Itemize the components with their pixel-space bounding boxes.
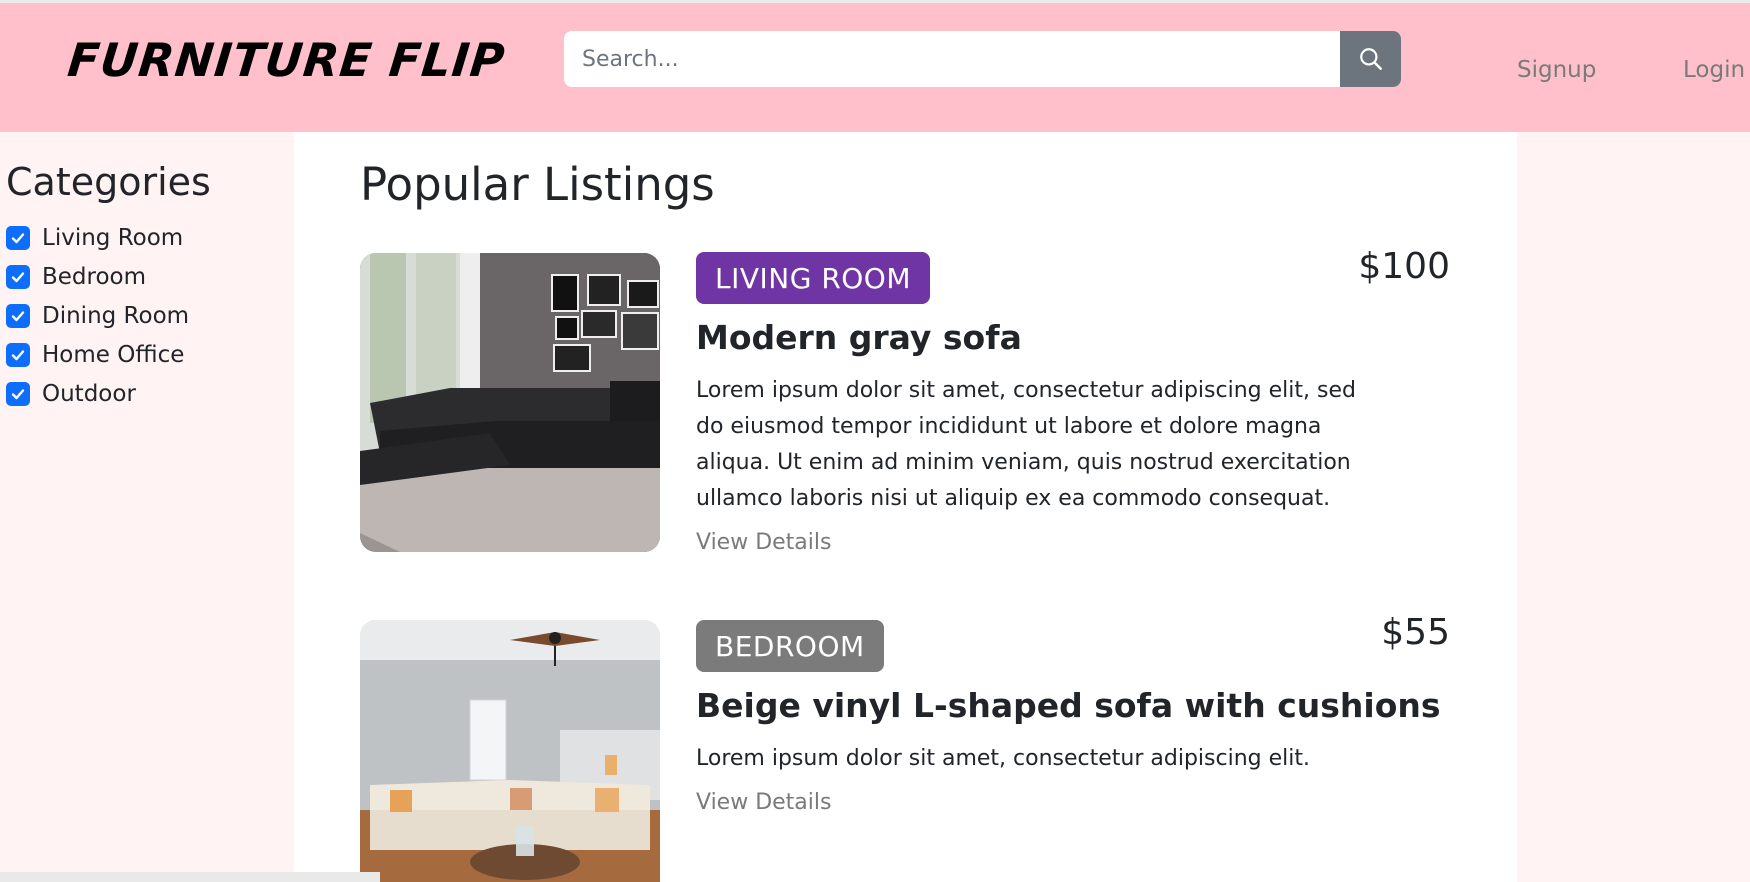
checkbox-bedroom[interactable] — [6, 265, 30, 289]
signup-link[interactable]: Signup — [1517, 57, 1596, 83]
category-label: Outdoor — [42, 381, 136, 407]
listing-price: $100 — [1358, 246, 1450, 287]
category-label: Dining Room — [42, 303, 190, 329]
navbar: FURNITURE FLIP Signup Login — [0, 3, 1750, 132]
category-outdoor[interactable]: Outdoor — [6, 379, 136, 409]
listing-title[interactable]: Modern gray sofa — [696, 318, 1022, 357]
horizontal-scrollbar[interactable] — [0, 872, 380, 882]
search-input[interactable] — [564, 31, 1340, 87]
right-panel — [1517, 132, 1750, 882]
search-icon — [1359, 48, 1382, 70]
category-badge: BEDROOM — [696, 620, 884, 672]
beige-sofa-photo — [360, 620, 660, 882]
category-label: Home Office — [42, 342, 185, 368]
search-button[interactable] — [1340, 31, 1401, 87]
category-bedroom[interactable]: Bedroom — [6, 262, 146, 292]
category-label: Bedroom — [42, 264, 147, 290]
check-icon — [11, 233, 25, 244]
category-home-office[interactable]: Home Office — [6, 340, 184, 370]
brand-logo[interactable]: FURNITURE FLIP — [65, 33, 508, 87]
listing-description: Lorem ipsum dolor sit amet, consectetur … — [696, 746, 1310, 771]
check-icon — [11, 389, 25, 400]
view-details-link[interactable]: View Details — [696, 530, 831, 555]
check-icon — [11, 311, 25, 322]
checkbox-living-room[interactable] — [6, 226, 30, 250]
listing-title[interactable]: Beige vinyl L-shaped sofa with cushions — [696, 686, 1441, 725]
gray-sofa-photo — [360, 253, 660, 552]
view-details-link[interactable]: View Details — [696, 790, 831, 815]
category-dining-room[interactable]: Dining Room — [6, 301, 189, 331]
category-living-room[interactable]: Living Room — [6, 223, 183, 253]
category-label: Living Room — [42, 225, 184, 251]
listing-price: $55 — [1381, 612, 1450, 653]
listing-image-gray-sofa[interactable] — [360, 253, 660, 552]
page-title: Popular Listings — [360, 158, 715, 211]
check-icon — [11, 350, 25, 361]
checkbox-outdoor[interactable] — [6, 382, 30, 406]
listing-image-beige-sofa[interactable] — [360, 620, 660, 882]
listing-description: Lorem ipsum dolor sit amet, consectetur … — [696, 378, 1356, 511]
check-icon — [11, 272, 25, 283]
categories-title: Categories — [6, 160, 211, 204]
category-badge: LIVING ROOM — [696, 252, 931, 304]
checkbox-dining-room[interactable] — [6, 304, 30, 328]
checkbox-home-office[interactable] — [6, 343, 30, 367]
login-link[interactable]: Login — [1683, 57, 1745, 83]
